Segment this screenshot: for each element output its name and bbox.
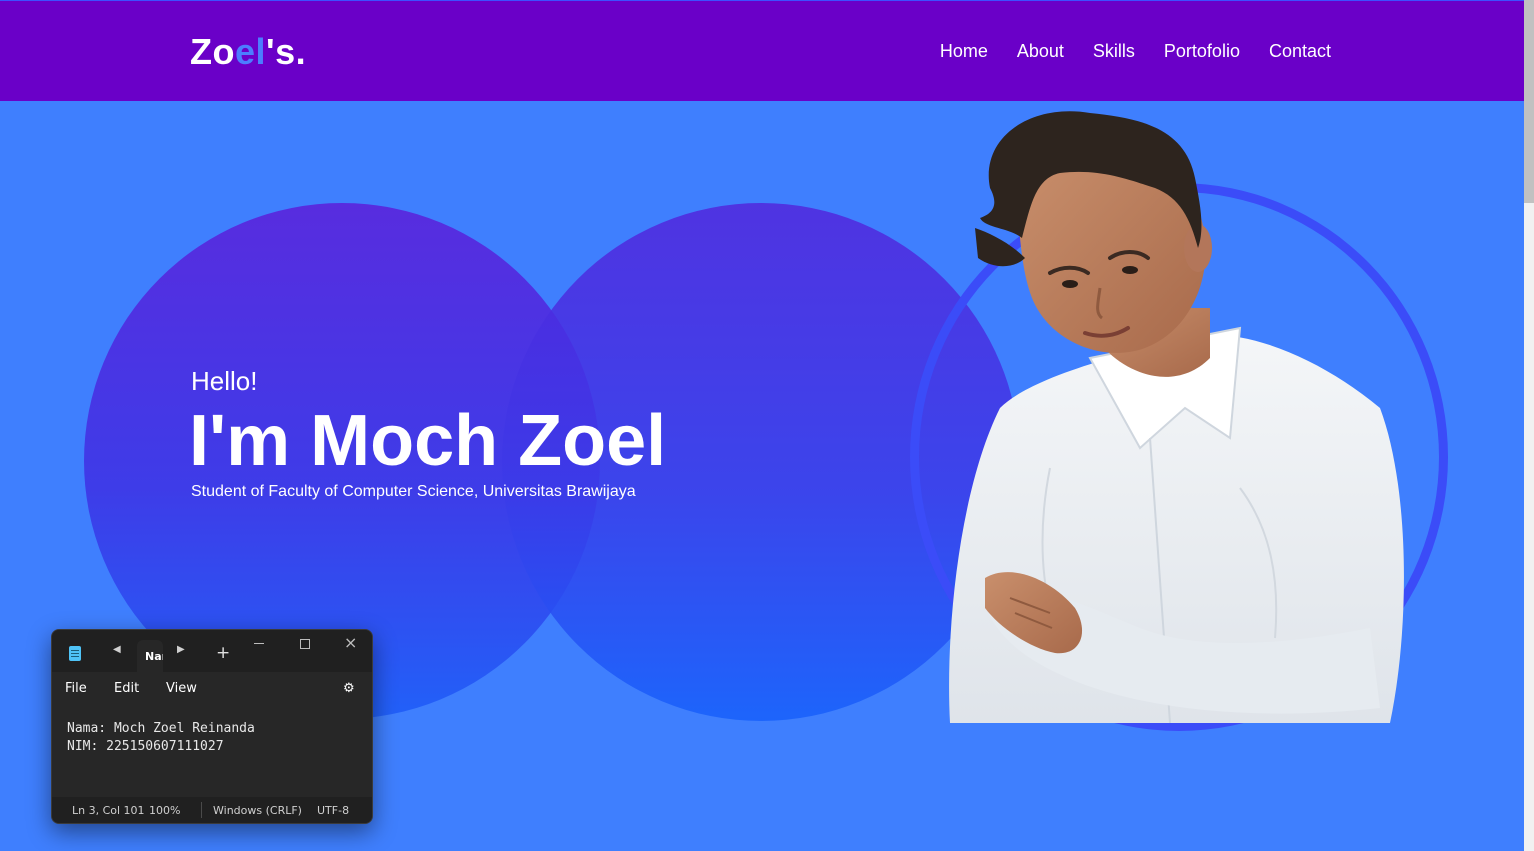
status-divider (201, 802, 202, 818)
settings-gear-icon[interactable]: ⚙ (343, 681, 355, 696)
line-ending: Windows (CRLF) (213, 804, 302, 817)
menu-view[interactable]: View (166, 681, 197, 696)
hero-name: I'm Moch Zoel (189, 401, 667, 481)
nav-contact-link[interactable]: Contact (1269, 41, 1331, 62)
close-icon[interactable]: × (344, 633, 357, 652)
notepad-line-2: NIM: 225150607111027 (67, 739, 224, 754)
new-tab-icon[interactable]: + (216, 643, 230, 663)
notepad-app-icon (69, 646, 81, 661)
notepad-tab[interactable]: Nan (137, 640, 163, 672)
cursor-position: Ln 3, Col 101 (72, 804, 145, 817)
maximize-icon[interactable] (300, 639, 310, 649)
encoding: UTF-8 (317, 804, 350, 817)
profile-photo (949, 111, 1404, 723)
zoom-level: 100% (149, 804, 181, 817)
hero-greeting: Hello! (191, 366, 258, 396)
minimize-icon[interactable] (254, 643, 264, 644)
notepad-titlebar[interactable]: ◀ Nan ▶ + × (52, 630, 372, 672)
tab-scroll-left-icon[interactable]: ◀ (113, 644, 121, 655)
menu-edit[interactable]: Edit (114, 681, 139, 696)
navbar: Zoel's. Home About Skills Portofolio Con… (0, 0, 1524, 101)
notepad-statusbar: Ln 3, Col 101 100% Windows (CRLF) UTF-8 (52, 797, 372, 823)
nav-portofolio-link[interactable]: Portofolio (1164, 41, 1240, 62)
notepad-line-1: Nama: Moch Zoel Reinanda (67, 721, 255, 736)
notepad-menubar: File Edit View ⚙ (52, 672, 372, 704)
nav-about-link[interactable]: About (1017, 41, 1064, 62)
logo-text-start: Zo (190, 31, 235, 72)
menu-file[interactable]: File (65, 681, 87, 696)
notepad-window[interactable]: ◀ Nan ▶ + × File Edit View ⚙ Nama: Moch … (51, 629, 373, 824)
hero-subtitle: Student of Faculty of Computer Science, … (191, 483, 636, 500)
logo-text-accent: el (234, 31, 267, 72)
nav-home-link[interactable]: Home (940, 41, 988, 62)
site-logo[interactable]: Zoel's. (190, 31, 306, 73)
nav-skills-link[interactable]: Skills (1093, 41, 1135, 62)
tab-scroll-right-icon[interactable]: ▶ (177, 644, 185, 655)
notepad-text-area[interactable]: Nama: Moch Zoel Reinanda NIM: 2251506071… (67, 720, 255, 756)
logo-text-end: 's. (266, 31, 307, 72)
main-nav: Home About Skills Portofolio Contact (940, 41, 1331, 62)
page-scrollbar-thumb[interactable] (1524, 0, 1534, 203)
